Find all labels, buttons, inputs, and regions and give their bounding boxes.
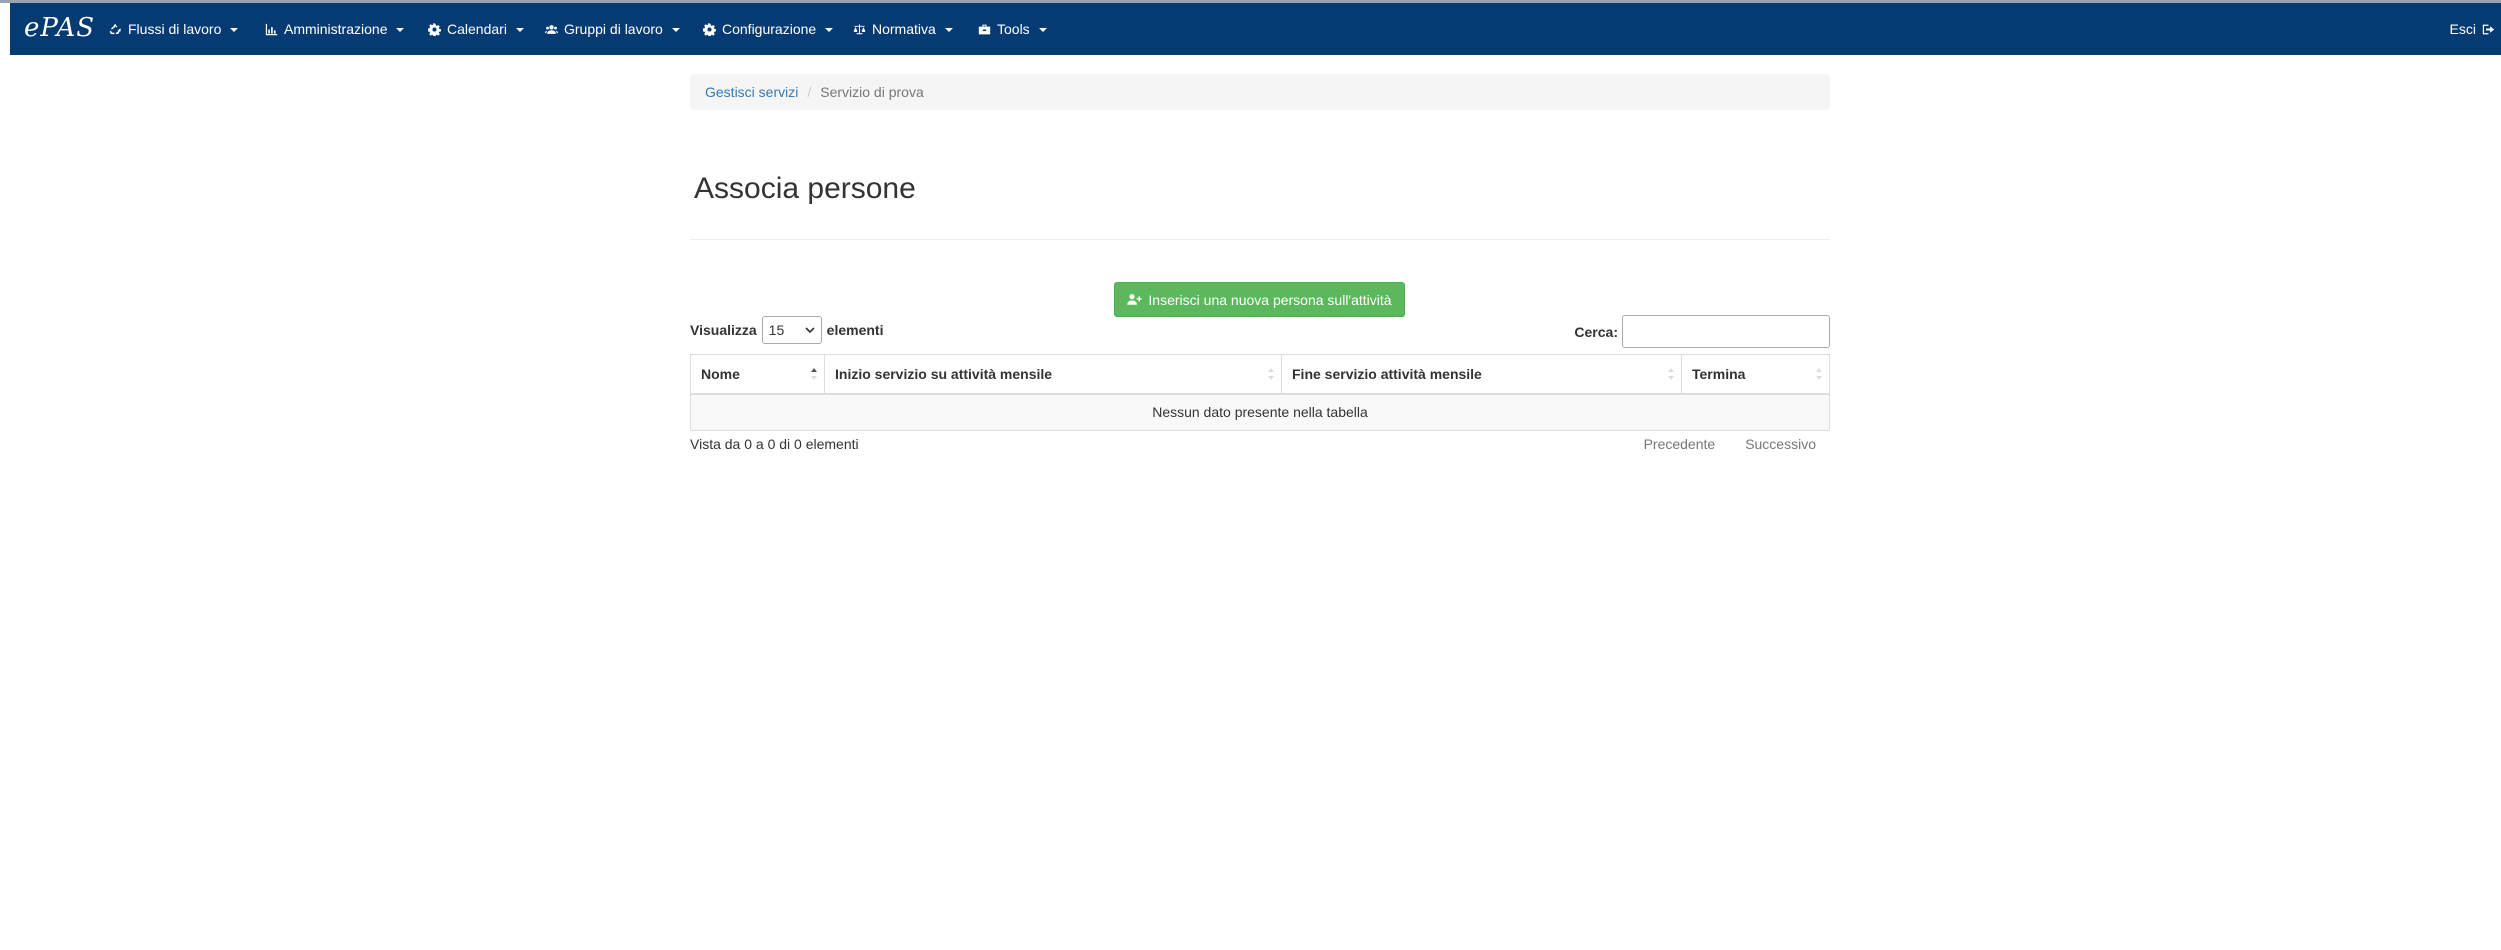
next-page-button[interactable]: Successivo: [1745, 436, 1816, 452]
menu-label: Calendari: [447, 21, 507, 37]
add-person-button[interactable]: Inserisci una nuova persona sull'attivit…: [1114, 282, 1405, 317]
menu-configurazione[interactable]: Configurazione: [703, 3, 834, 55]
column-header-fine-servizio[interactable]: Fine servizio attività mensile: [1281, 354, 1682, 395]
menu-label: Normativa: [872, 21, 936, 37]
menu-label: Tools: [997, 21, 1030, 37]
sign-out-icon: [2482, 24, 2495, 34]
empty-table-message: Nessun dato presente nella tabella: [690, 393, 1830, 431]
sort-ascending-icon: [811, 368, 817, 380]
menu-label: Flussi di lavoro: [128, 21, 222, 37]
menu-normativa[interactable]: Normativa: [853, 3, 953, 55]
menu-amministrazione[interactable]: Amministrazione: [265, 3, 405, 55]
balance-scale-icon: [853, 23, 866, 34]
chevron-down-icon: [944, 28, 953, 32]
pagination: Precedente Successivo: [1644, 436, 1816, 452]
gear-icon: [703, 22, 716, 36]
menu-calendari[interactable]: Calendari: [428, 3, 524, 55]
logout-label: Esci: [2449, 21, 2476, 37]
gear-icon: [428, 22, 441, 36]
length-prefix: Visualizza: [690, 322, 757, 338]
table-row-empty: Nessun dato presente nella tabella: [690, 393, 1830, 431]
menu-tools[interactable]: Tools: [978, 3, 1047, 55]
breadcrumb-current: Servizio di prova: [820, 84, 924, 100]
chevron-down-icon: [515, 28, 524, 32]
menu-label: Configurazione: [722, 21, 817, 37]
column-label: Inizio servizio su attività mensile: [835, 365, 1053, 382]
navbar: ePAS Flussi di lavoro Amministrazione Ca…: [10, 3, 2501, 55]
recycle-icon: [109, 23, 121, 34]
chevron-down-icon: [825, 28, 834, 32]
toolbox-icon: [978, 24, 991, 34]
chevron-down-icon: [805, 327, 815, 334]
page-length-value: 15: [768, 322, 785, 338]
sort-icon: [1668, 368, 1674, 380]
breadcrumb-link-gestisci-servizi[interactable]: Gestisci servizi: [705, 84, 798, 100]
menu-flussi-di-lavoro[interactable]: Flussi di lavoro: [109, 3, 239, 55]
main-menu: Flussi di lavoro Amministrazione Calenda…: [10, 3, 2501, 55]
sort-icon: [1816, 368, 1822, 380]
menu-gruppi-di-lavoro[interactable]: Gruppi di lavoro: [545, 3, 680, 55]
column-label: Nome: [701, 365, 740, 382]
chevron-down-icon: [1038, 28, 1047, 32]
menu-label: Gruppi di lavoro: [564, 21, 663, 37]
logout-link[interactable]: Esci: [2450, 3, 2495, 55]
sort-icon: [1268, 368, 1274, 380]
column-header-termina[interactable]: Termina: [1681, 354, 1830, 395]
previous-page-button[interactable]: Precedente: [1644, 436, 1716, 452]
page-length-select[interactable]: 15: [761, 316, 822, 344]
length-suffix: elementi: [826, 322, 884, 338]
table-search: Cerca:: [1574, 315, 1830, 348]
chevron-down-icon: [396, 28, 405, 32]
add-person-label: Inserisci una nuova persona sull'attivit…: [1148, 291, 1392, 308]
users-icon: [545, 24, 558, 34]
chevron-down-icon: [671, 28, 680, 32]
menu-label: Amministrazione: [284, 21, 388, 37]
table-header-row: Nome Inizio servizio su attività mensile…: [690, 354, 1830, 395]
table-info: Vista da 0 a 0 di 0 elementi: [690, 436, 859, 452]
title-divider: [690, 239, 1830, 240]
associations-table: Nome Inizio servizio su attività mensile…: [690, 354, 1830, 431]
search-label: Cerca:: [1574, 323, 1618, 340]
bar-chart-icon: [265, 23, 278, 35]
breadcrumb-separator: /: [807, 84, 812, 100]
column-header-nome[interactable]: Nome: [690, 354, 825, 395]
user-plus-icon: [1127, 294, 1143, 305]
search-input[interactable]: [1622, 315, 1830, 348]
column-label: Termina: [1692, 365, 1746, 382]
column-header-inizio-servizio[interactable]: Inizio servizio su attività mensile: [824, 354, 1282, 395]
page-length-control: Visualizza 15 elementi: [690, 315, 883, 345]
chevron-down-icon: [230, 28, 239, 32]
breadcrumb: Gestisci servizi / Servizio di prova: [690, 74, 1830, 110]
column-label: Fine servizio attività mensile: [1292, 365, 1482, 382]
page-title: Associa persone: [694, 172, 916, 205]
main-container: Gestisci servizi / Servizio di prova Ass…: [690, 74, 1830, 452]
